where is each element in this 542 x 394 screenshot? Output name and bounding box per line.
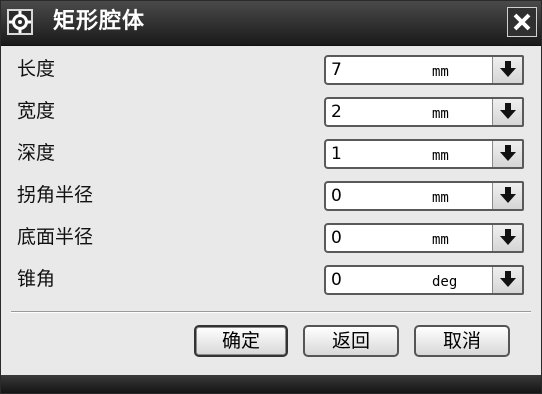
width-label: 宽度: [17, 100, 56, 122]
taper-angle-unit: deg: [432, 274, 458, 290]
length-dropdown-button[interactable]: [492, 57, 522, 83]
param-row-corner-radius: 拐角半径 0 mm: [1, 177, 541, 213]
taper-angle-value[interactable]: 0: [331, 270, 342, 290]
bottom-bar: [1, 375, 541, 393]
taper-angle-label: 锥角: [17, 268, 56, 290]
length-unit: mm: [432, 64, 449, 80]
rectangular-pocket-dialog: 矩形腔体 长度 7 mm 宽度 2 mm 深度 1 mm 拐角半径 0 mm 底…: [0, 0, 542, 394]
width-dropdown-button[interactable]: [492, 99, 522, 125]
title-bar[interactable]: 矩形腔体: [1, 1, 541, 46]
depth-dropdown-button[interactable]: [492, 141, 522, 167]
floor-radius-dropdown-button[interactable]: [492, 225, 522, 251]
param-row-width: 宽度 2 mm: [1, 93, 541, 129]
depth-unit: mm: [432, 148, 449, 164]
close-icon: [513, 13, 531, 31]
corner-radius-unit: mm: [432, 190, 449, 206]
corner-radius-input[interactable]: 0 mm: [324, 181, 524, 211]
arrow-down-icon: [499, 103, 516, 119]
corner-radius-value[interactable]: 0: [331, 186, 342, 206]
param-row-taper-angle: 锥角 0 deg: [1, 261, 541, 297]
separator: [11, 311, 531, 313]
close-button[interactable]: [507, 7, 537, 37]
length-input[interactable]: 7 mm: [324, 55, 524, 85]
width-value[interactable]: 2: [331, 102, 342, 122]
corner-radius-dropdown-button[interactable]: [492, 183, 522, 209]
dialog-title: 矩形腔体: [53, 9, 146, 34]
param-row-floor-radius: 底面半径 0 mm: [1, 219, 541, 255]
param-row-length: 长度 7 mm: [1, 51, 541, 87]
gear-icon: [7, 9, 33, 35]
floor-radius-value[interactable]: 0: [331, 228, 342, 248]
depth-label: 深度: [17, 142, 56, 164]
arrow-down-icon: [499, 145, 516, 161]
ok-button[interactable]: 确定: [194, 325, 288, 357]
length-label: 长度: [17, 58, 56, 80]
floor-radius-input[interactable]: 0 mm: [324, 223, 524, 253]
length-value[interactable]: 7: [331, 60, 342, 80]
arrow-down-icon: [499, 229, 516, 245]
depth-input[interactable]: 1 mm: [324, 139, 524, 169]
depth-value[interactable]: 1: [331, 144, 342, 164]
cancel-button[interactable]: 取消: [414, 325, 510, 357]
floor-radius-label: 底面半径: [17, 226, 94, 248]
width-unit: mm: [432, 106, 449, 122]
back-button[interactable]: 返回: [303, 325, 399, 357]
taper-angle-input[interactable]: 0 deg: [324, 265, 524, 295]
corner-radius-label: 拐角半径: [17, 184, 94, 206]
floor-radius-unit: mm: [432, 232, 449, 248]
taper-angle-dropdown-button[interactable]: [492, 267, 522, 293]
width-input[interactable]: 2 mm: [324, 97, 524, 127]
arrow-down-icon: [499, 187, 516, 203]
arrow-down-icon: [499, 61, 516, 77]
arrow-down-icon: [499, 271, 516, 287]
param-row-depth: 深度 1 mm: [1, 135, 541, 171]
